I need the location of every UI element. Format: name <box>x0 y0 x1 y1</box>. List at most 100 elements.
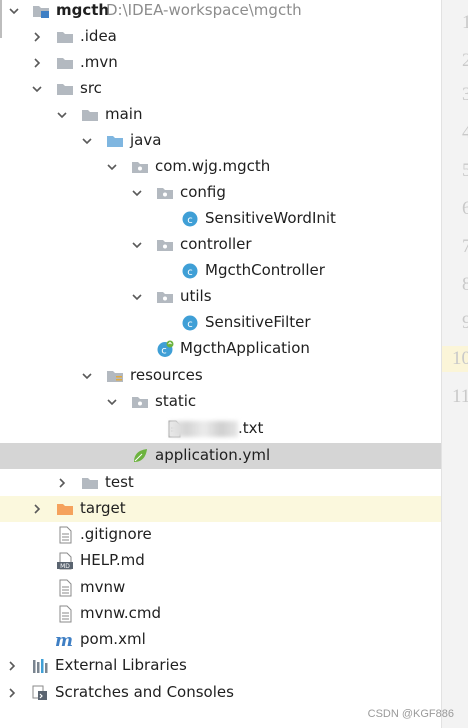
tree-row-pom-xml[interactable]: m pom.xml <box>0 627 441 653</box>
tree-row-java[interactable]: java <box>0 128 441 154</box>
chevron-right-icon[interactable] <box>31 503 43 515</box>
package-icon <box>131 158 149 176</box>
node-label: External Libraries <box>55 656 187 674</box>
spring-leaf-icon <box>131 447 149 465</box>
line-number: 7 <box>462 236 468 257</box>
folder-label: java <box>130 131 162 149</box>
chevron-down-icon[interactable] <box>131 291 143 303</box>
node-label: Scratches and Consoles <box>55 683 234 701</box>
tree-row-mvnw-cmd[interactable]: mvnw.cmd <box>0 601 441 627</box>
txt-file-label: .txt <box>170 419 263 437</box>
tree-row-controller[interactable]: controller <box>0 232 441 258</box>
folder-icon <box>131 393 149 411</box>
tree-row-utils[interactable]: utils <box>0 284 441 310</box>
folder-label: static <box>155 392 197 410</box>
chevron-down-icon[interactable] <box>8 5 20 17</box>
line-number: 4 <box>462 122 468 143</box>
chevron-right-icon[interactable] <box>31 57 43 69</box>
excluded-folder-icon <box>56 500 74 518</box>
tree-row-txt-file[interactable]: .txt <box>0 416 441 442</box>
file-extension: .txt <box>238 419 264 437</box>
chevron-down-icon[interactable] <box>56 109 68 121</box>
maven-icon: m <box>55 631 73 649</box>
tree-row-gitignore[interactable]: .gitignore <box>0 522 441 548</box>
chevron-down-icon[interactable] <box>81 135 93 147</box>
chevron-right-icon[interactable] <box>6 660 18 672</box>
folder-label: main <box>105 105 143 123</box>
folder-label: .idea <box>80 27 117 45</box>
svg-text:c: c <box>161 346 167 357</box>
chevron-down-icon[interactable] <box>131 239 143 251</box>
svg-text:c: c <box>187 267 193 278</box>
line-number: 11 <box>452 386 468 407</box>
tree-row-scratches[interactable]: Scratches and Consoles <box>0 680 441 706</box>
chevron-down-icon[interactable] <box>131 187 143 199</box>
class-label: SensitiveWordInit <box>205 209 336 227</box>
java-class-icon: c <box>181 262 199 280</box>
tree-row-help-md[interactable]: MD HELP.md <box>0 548 441 574</box>
tree-row-mvn[interactable]: .mvn <box>0 50 441 76</box>
folder-icon <box>56 54 74 72</box>
tree-row-resources[interactable]: resources <box>0 363 441 389</box>
package-label: config <box>180 183 226 201</box>
class-label: MgcthController <box>205 261 325 279</box>
tree-row-sensitive-word-init[interactable]: c SensitiveWordInit <box>0 206 441 232</box>
java-class-icon: c <box>181 210 199 228</box>
chevron-down-icon[interactable] <box>106 161 118 173</box>
folder-label: target <box>80 499 126 517</box>
tree-row-external-libraries[interactable]: External Libraries <box>0 653 441 679</box>
chevron-down-icon[interactable] <box>81 370 93 382</box>
tree-row-mgcth-controller[interactable]: c MgcthController <box>0 258 441 284</box>
svg-text:MD: MD <box>60 563 70 570</box>
tree-row-project-root[interactable]: mgcth D:\IDEA-workspace\mgcth <box>0 0 441 24</box>
tree-row-static[interactable]: static <box>0 389 441 415</box>
file-label: .gitignore <box>80 525 152 543</box>
folder-icon <box>81 106 99 124</box>
file-label: pom.xml <box>80 630 146 648</box>
svg-text:c: c <box>187 215 193 226</box>
project-name: mgcth <box>56 1 110 19</box>
chevron-down-icon[interactable] <box>31 83 43 95</box>
chevron-right-icon[interactable] <box>56 477 68 489</box>
package-icon <box>156 184 174 202</box>
tree-row-main[interactable]: main <box>0 102 441 128</box>
tree-row-application-yml[interactable]: application.yml <box>0 443 441 469</box>
tree-row-src[interactable]: src <box>0 76 441 102</box>
resources-folder-icon <box>106 367 124 385</box>
line-number: 6 <box>462 198 468 219</box>
line-number: 5 <box>462 160 468 181</box>
folder-icon <box>56 80 74 98</box>
library-icon <box>31 657 49 675</box>
chevron-right-icon[interactable] <box>31 31 43 43</box>
tree-row-mgcth-application[interactable]: c MgcthApplication <box>0 336 441 362</box>
svg-text:c: c <box>187 319 193 330</box>
line-number: 10 <box>452 348 468 369</box>
package-label: controller <box>180 235 252 253</box>
folder-label: test <box>105 473 134 491</box>
chevron-down-icon[interactable] <box>106 396 118 408</box>
tree-row-idea[interactable]: .idea <box>0 24 441 50</box>
class-label: MgcthApplication <box>180 339 310 357</box>
watermark: CSDN @KGF886 <box>367 708 454 720</box>
package-icon <box>156 236 174 254</box>
tree-row-target[interactable]: target <box>0 496 441 522</box>
tree-row-config[interactable]: config <box>0 180 441 206</box>
line-number: 9 <box>462 312 468 333</box>
tree-row-package[interactable]: com.wjg.mgcth <box>0 154 441 180</box>
java-class-icon: c <box>181 314 199 332</box>
markdown-file-icon: MD <box>56 552 74 570</box>
file-label: HELP.md <box>80 551 145 569</box>
chevron-right-icon[interactable] <box>6 687 18 699</box>
redacted-filename <box>170 420 238 437</box>
package-label: com.wjg.mgcth <box>155 157 271 175</box>
file-label: application.yml <box>155 446 271 464</box>
line-number: 3 <box>462 84 468 105</box>
text-file-icon <box>56 526 74 544</box>
folder-label: .mvn <box>80 53 118 71</box>
spring-boot-class-icon: c <box>156 340 174 358</box>
tree-row-test[interactable]: test <box>0 470 441 496</box>
file-label: mvnw.cmd <box>80 604 162 622</box>
tree-row-sensitive-filter[interactable]: c SensitiveFilter <box>0 310 441 336</box>
tree-row-mvnw[interactable]: mvnw <box>0 575 441 601</box>
source-folder-icon <box>106 132 124 150</box>
